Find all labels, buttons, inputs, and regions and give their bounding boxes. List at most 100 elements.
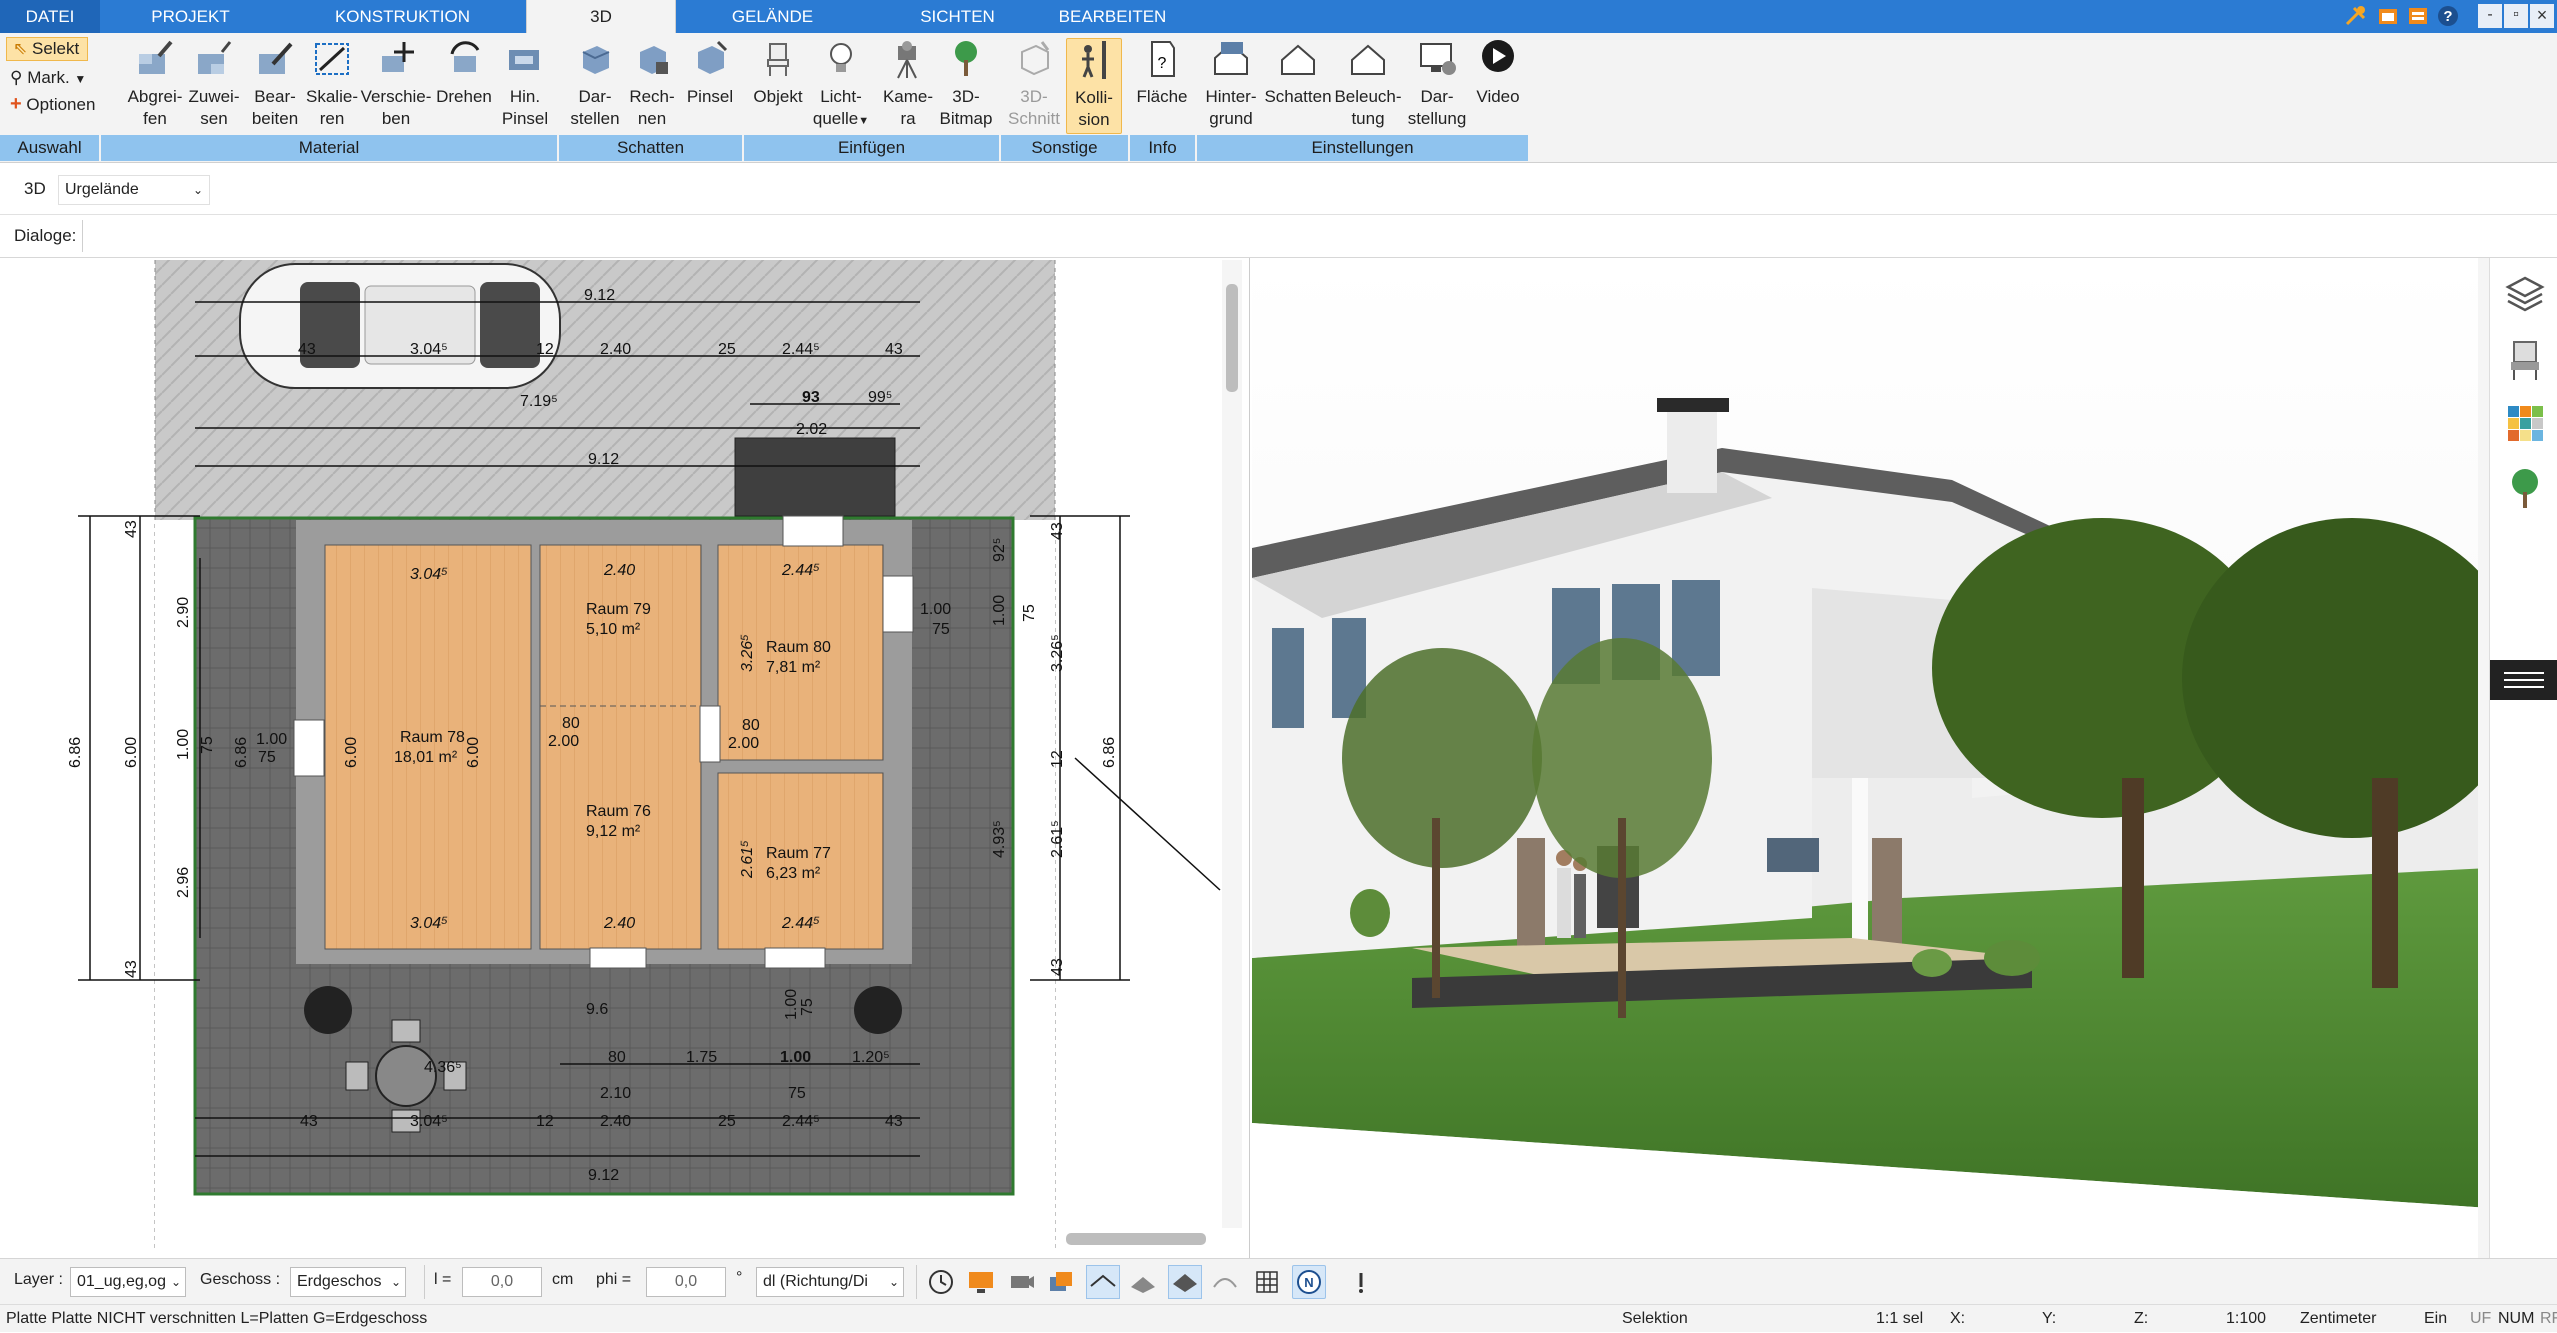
- monitor-icon[interactable]: [966, 1267, 996, 1297]
- status-unit: Zentimeter: [2300, 1310, 2377, 1327]
- verschieben-button[interactable]: Verschie-ben: [358, 38, 434, 130]
- layout-icon[interactable]: [2406, 4, 2430, 28]
- window-icon[interactable]: [2376, 4, 2400, 28]
- hintergrund-button[interactable]: Hinter-grund: [1198, 38, 1264, 130]
- geschoss-dropdown[interactable]: Erdgeschos ⌄: [290, 1267, 406, 1297]
- mark-label: Mark.: [27, 68, 70, 87]
- layers-stack-icon[interactable]: [1046, 1267, 1076, 1297]
- group-einstellungen: Einstellungen: [1197, 135, 1529, 161]
- pinsel-button[interactable]: Pinsel: [680, 38, 740, 108]
- vertical-scrollbar[interactable]: [1222, 260, 1242, 1228]
- l-input[interactable]: 0,0: [462, 1267, 542, 1297]
- mark-button[interactable]: ⚲ Mark. ▼: [10, 67, 86, 90]
- dim-label: 2.40: [603, 915, 635, 932]
- tab-datei[interactable]: DATEI: [0, 0, 100, 33]
- selekt-button[interactable]: ⇖ Selekt: [6, 37, 88, 61]
- svg-text:N: N: [1304, 1275, 1313, 1290]
- snap-plane-icon[interactable]: [1086, 1265, 1120, 1299]
- grid-icon[interactable]: [1252, 1267, 1282, 1297]
- kamera-button[interactable]: Kame-ra: [876, 38, 940, 130]
- door: [589, 947, 647, 969]
- 3d-bitmap-button[interactable]: 3D- Bitmap: [934, 38, 998, 130]
- dim-label: 2.96: [175, 867, 192, 898]
- dim-label: 9.12: [584, 287, 615, 304]
- rechnen-button[interactable]: Rech-nen: [622, 38, 682, 130]
- menu-icon[interactable]: [2490, 660, 2557, 700]
- l-unit: cm: [552, 1271, 574, 1288]
- shadow-display-icon: [582, 46, 610, 74]
- clock-icon[interactable]: [926, 1267, 956, 1297]
- group-material: Material: [101, 135, 558, 161]
- plane-icon[interactable]: [1168, 1265, 1202, 1299]
- tab-konstruktion[interactable]: KONSTRUKTION: [315, 0, 490, 33]
- brush-icon: [509, 50, 539, 70]
- north-icon[interactable]: N: [1292, 1265, 1326, 1299]
- minimize-button[interactable]: -: [2478, 4, 2502, 28]
- schatten-settings-button[interactable]: Schatten: [1262, 38, 1334, 108]
- plants-icon[interactable]: [2504, 466, 2546, 510]
- 3d-schnitt-button[interactable]: 3D- Schnitt: [1004, 38, 1064, 130]
- abgreifen-button[interactable]: Abgrei-fen: [120, 38, 190, 130]
- dim-label: 6.00: [465, 737, 482, 768]
- layers-icon[interactable]: [2504, 274, 2546, 318]
- restore-button[interactable]: ▫: [2504, 4, 2528, 28]
- curve-icon[interactable]: [1210, 1267, 1240, 1297]
- chevron-down-icon: ⌄: [888, 1275, 899, 1289]
- display-settings-icon: [1420, 43, 1456, 75]
- room-area: 5,10 m²: [586, 621, 641, 638]
- objekt-button[interactable]: Objekt: [748, 38, 808, 108]
- kollision-button[interactable]: Kolli-sion: [1066, 38, 1122, 134]
- drehen-button[interactable]: Drehen: [432, 38, 496, 108]
- layer-dropdown[interactable]: 01_ug,eg,og ⌄: [70, 1267, 186, 1297]
- l-label: l =: [434, 1271, 452, 1288]
- skalieren-button[interactable]: Skalie-ren: [300, 38, 364, 130]
- group-einfuegen: Einfügen: [744, 135, 1000, 161]
- wall-hatch-icon[interactable]: [1128, 1267, 1158, 1297]
- dim-label: 1.75: [686, 1049, 717, 1066]
- camera-view-icon[interactable]: [1006, 1267, 1036, 1297]
- tools-icon[interactable]: [2344, 4, 2368, 28]
- video-button[interactable]: Video: [1468, 38, 1528, 108]
- dim-label: 43: [885, 1113, 903, 1130]
- layer-select-value: Urgelände: [65, 181, 139, 198]
- dialog-toolbar: Dialoge:: [0, 216, 2557, 258]
- dim-label: 1.00: [256, 731, 287, 748]
- lichtquelle-button[interactable]: Licht-quelle▼: [810, 38, 872, 132]
- pipette-icon: [139, 40, 173, 74]
- materials-icon[interactable]: [2504, 402, 2546, 446]
- beleuchtung-button[interactable]: Beleuch-tung: [1332, 38, 1404, 130]
- darstellen-button[interactable]: Dar-stellen: [565, 38, 625, 130]
- zuweisen-button[interactable]: Zuwei-sen: [182, 38, 246, 130]
- floor-plan-view[interactable]: 9.12 43 3.04⁵ 12 2.40 25 2.44⁵ 43 7.19⁵ …: [0, 258, 1250, 1258]
- optionen-button[interactable]: + Optionen: [10, 93, 95, 116]
- tab-bearbeiten[interactable]: BEARBEITEN: [1045, 0, 1180, 33]
- close-button[interactable]: ×: [2530, 4, 2554, 28]
- horizontal-scrollbar-thumb[interactable]: [1066, 1233, 1206, 1245]
- tab-gelaende[interactable]: GELÄNDE: [705, 0, 840, 33]
- scrollbar-thumb[interactable]: [1226, 284, 1238, 392]
- tab-3d[interactable]: 3D: [526, 0, 676, 33]
- ribbon: ⇖ Selekt ⚲ Mark. ▼ + Optionen Abgrei-fen…: [0, 33, 2557, 163]
- floor-plan-canvas[interactable]: 9.12 43 3.04⁵ 12 2.40 25 2.44⁵ 43 7.19⁵ …: [0, 258, 1250, 1258]
- dim-label: 3.04⁵: [410, 341, 448, 358]
- group-auswahl: Auswahl: [0, 135, 100, 161]
- layer-select[interactable]: Urgelände ⌄: [58, 175, 210, 205]
- tab-sichten[interactable]: SICHTEN: [890, 0, 1025, 33]
- mode-label: 3D: [24, 179, 46, 198]
- more-icon[interactable]: [1346, 1267, 1376, 1297]
- flaeche-button[interactable]: ? Fläche: [1132, 38, 1192, 108]
- dim-label: 75: [199, 736, 216, 754]
- help-icon[interactable]: ?: [2436, 4, 2460, 28]
- hin-pinsel-button[interactable]: Hin. Pinsel: [494, 38, 556, 130]
- phi-input[interactable]: 0,0: [646, 1267, 726, 1297]
- chair-catalog-icon[interactable]: [2504, 338, 2546, 382]
- darstellung-button[interactable]: Dar-stellung: [1402, 38, 1472, 130]
- direction-dropdown[interactable]: dl (Richtung/Di ⌄: [756, 1267, 904, 1297]
- move-icon: [382, 42, 414, 72]
- 3d-render[interactable]: [1252, 258, 2489, 1258]
- bearbeiten-button[interactable]: Bear-beiten: [244, 38, 306, 130]
- dim-label: 93: [802, 389, 820, 406]
- tab-projekt[interactable]: PROJEKT: [118, 0, 263, 33]
- dim-label: 75: [799, 998, 816, 1016]
- 3d-view[interactable]: [1252, 258, 2489, 1258]
